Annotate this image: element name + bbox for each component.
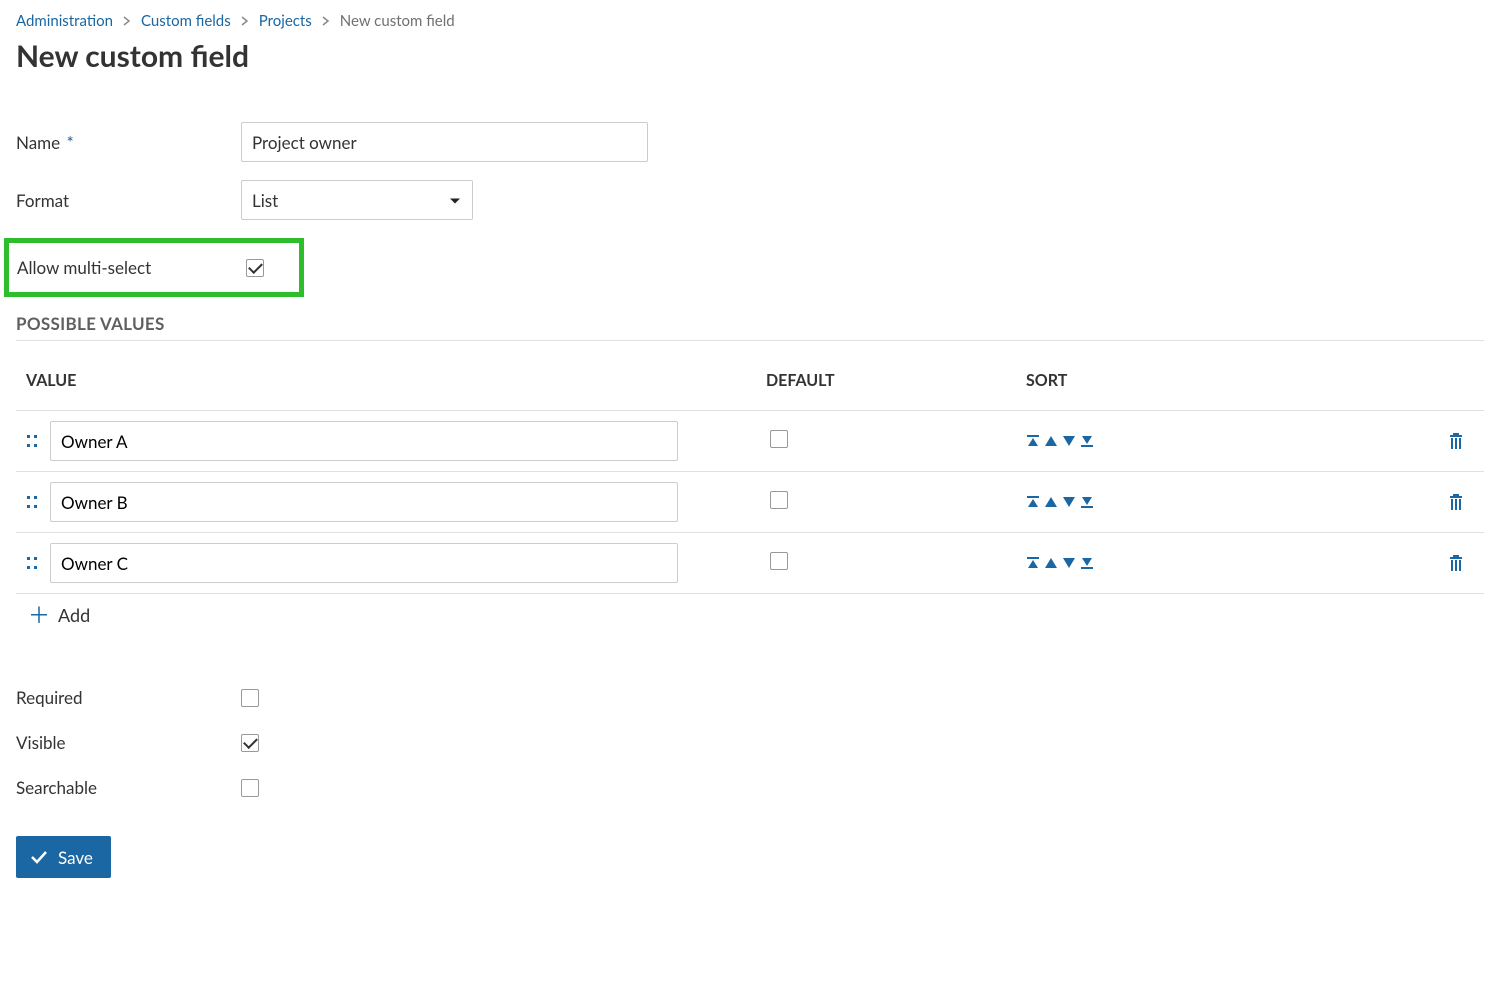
required-marker: * xyxy=(67,132,74,153)
page-title: New custom field xyxy=(16,38,1484,74)
value-input[interactable] xyxy=(50,482,678,522)
required-checkbox[interactable] xyxy=(241,689,259,707)
move-top-icon[interactable] xyxy=(1026,495,1040,509)
default-checkbox[interactable] xyxy=(770,430,788,448)
breadcrumb-current: New custom field xyxy=(340,12,455,30)
name-input[interactable] xyxy=(241,122,648,162)
drag-handle-icon[interactable] xyxy=(26,494,38,510)
chevron-right-icon xyxy=(322,16,330,26)
move-down-icon[interactable] xyxy=(1062,495,1076,509)
value-input[interactable] xyxy=(50,543,678,583)
trash-icon[interactable] xyxy=(1448,493,1464,511)
name-label-text: Name xyxy=(16,132,60,153)
move-up-icon[interactable] xyxy=(1044,556,1058,570)
move-bottom-icon[interactable] xyxy=(1080,556,1094,570)
row-format: Format List xyxy=(16,180,1484,220)
breadcrumb-custom-fields[interactable]: Custom fields xyxy=(141,12,231,30)
possible-values-table: VALUE DEFAULT SORT xyxy=(16,351,1484,594)
add-label: Add xyxy=(58,604,90,626)
row-multiselect-highlight: Allow multi-select xyxy=(4,238,304,297)
breadcrumb-administration[interactable]: Administration xyxy=(16,12,113,30)
col-default: DEFAULT xyxy=(766,371,1026,390)
trash-icon[interactable] xyxy=(1448,432,1464,450)
move-up-icon[interactable] xyxy=(1044,434,1058,448)
drag-handle-icon[interactable] xyxy=(26,555,38,571)
plus-icon: ＋ xyxy=(28,604,50,626)
col-value: VALUE xyxy=(26,371,766,390)
move-up-icon[interactable] xyxy=(1044,495,1058,509)
possible-values-heading: POSSIBLE VALUES xyxy=(16,313,1484,334)
move-bottom-icon[interactable] xyxy=(1080,495,1094,509)
row-visible: Visible xyxy=(16,732,1484,753)
default-checkbox[interactable] xyxy=(770,491,788,509)
table-row xyxy=(16,410,1484,471)
format-label: Format xyxy=(16,190,241,211)
check-icon xyxy=(30,847,48,868)
trash-icon[interactable] xyxy=(1448,554,1464,572)
move-bottom-icon[interactable] xyxy=(1080,434,1094,448)
col-sort: SORT xyxy=(1026,371,1426,390)
chevron-right-icon xyxy=(241,16,249,26)
breadcrumb: Administration Custom fields Projects Ne… xyxy=(16,12,1484,30)
row-name: Name * xyxy=(16,122,1484,162)
table-row xyxy=(16,532,1484,594)
multiselect-checkbox[interactable] xyxy=(246,259,264,277)
row-searchable: Searchable xyxy=(16,777,1484,798)
add-value-button[interactable]: ＋ Add xyxy=(28,604,90,626)
save-label: Save xyxy=(58,847,93,868)
section-divider xyxy=(16,340,1484,341)
move-down-icon[interactable] xyxy=(1062,434,1076,448)
searchable-label: Searchable xyxy=(16,777,241,798)
required-label: Required xyxy=(16,687,241,708)
move-top-icon[interactable] xyxy=(1026,556,1040,570)
row-required: Required xyxy=(16,687,1484,708)
table-row xyxy=(16,471,1484,532)
drag-handle-icon[interactable] xyxy=(26,433,38,449)
move-down-icon[interactable] xyxy=(1062,556,1076,570)
searchable-checkbox[interactable] xyxy=(241,779,259,797)
format-select[interactable]: List xyxy=(241,180,473,220)
value-input[interactable] xyxy=(50,421,678,461)
save-button[interactable]: Save xyxy=(16,836,111,878)
move-top-icon[interactable] xyxy=(1026,434,1040,448)
chevron-right-icon xyxy=(123,16,131,26)
name-label: Name * xyxy=(16,132,241,153)
default-checkbox[interactable] xyxy=(770,552,788,570)
visible-label: Visible xyxy=(16,732,241,753)
table-header: VALUE DEFAULT SORT xyxy=(16,351,1484,410)
col-actions xyxy=(1426,371,1486,390)
breadcrumb-projects[interactable]: Projects xyxy=(259,12,312,30)
visible-checkbox[interactable] xyxy=(241,734,259,752)
multiselect-label: Allow multi-select xyxy=(17,257,246,278)
